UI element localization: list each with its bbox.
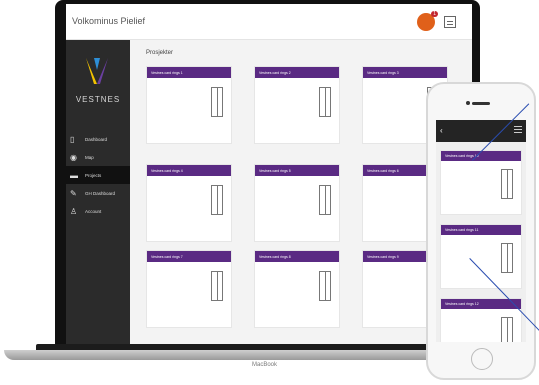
page-title: Prosjekter <box>146 50 174 56</box>
floor-plan-icon <box>501 317 513 342</box>
project-card[interactable]: Vestnes card rings 5 <box>254 164 340 242</box>
profile-menu-icon[interactable] <box>444 16 456 28</box>
sidebar-item-label: Projects <box>85 172 102 178</box>
project-card[interactable]: Vestnes card rings 2 <box>254 66 340 144</box>
laptop-screen: Volkominus Pielief 1 VESTNES ▯ Dashboard… <box>66 4 472 344</box>
wrench-icon: ✎ <box>70 188 77 198</box>
sidebar-item-label: Account <box>85 208 102 214</box>
hamburger-menu-icon[interactable] <box>514 126 522 133</box>
floor-plan-icon <box>501 169 513 199</box>
main-content: Prosjekter Vestnes card rings 1 Vestnes … <box>130 40 472 344</box>
sidebar-item-label: GH Dashboard <box>85 190 116 196</box>
sidebar: VESTNES ▯ Dashboard ◉ Map ▬ Projects ✎ G… <box>66 40 130 344</box>
floor-plan-icon <box>319 271 331 301</box>
back-arrow-icon[interactable]: ‹ <box>440 126 443 135</box>
card-title: Vestnes card rings 5 <box>255 165 339 176</box>
sidebar-item-account[interactable]: ♙ Account <box>66 202 130 220</box>
sidebar-nav: ▯ Dashboard ◉ Map ▬ Projects ✎ GH Dashbo… <box>66 130 130 220</box>
project-card[interactable]: Vestnes card rings 10 <box>440 150 522 215</box>
logo-icon <box>86 58 108 84</box>
floor-plan-icon <box>319 185 331 215</box>
app-title: Volkominus Pielief <box>72 16 146 26</box>
card-title: Vestnes card rings 4 <box>147 165 231 176</box>
card-title: Vestnes card rings 7 <box>147 251 231 262</box>
brand-name: VESTNES <box>75 95 121 104</box>
card-title: Vestnes card rings 2 <box>255 67 339 78</box>
card-title: Vestnes card rings 8 <box>255 251 339 262</box>
phone-frame: ‹ Vestnes card rings 10 Vestnes card rin… <box>426 82 536 380</box>
card-title: Vestnes card rings 10 <box>441 151 521 161</box>
floor-plan-icon <box>211 185 223 215</box>
floor-plan-icon <box>501 243 513 273</box>
home-button[interactable] <box>471 348 493 370</box>
project-card[interactable]: Vestnes card rings 11 <box>440 224 522 289</box>
notification-count-badge: 1 <box>431 11 438 17</box>
sidebar-item-label: Dashboard <box>85 136 108 142</box>
top-bar: Volkominus Pielief 1 <box>66 4 472 40</box>
phone-camera <box>466 101 470 105</box>
laptop-brand-label: MacBook <box>252 362 278 368</box>
project-card[interactable]: Vestnes card rings 12 <box>440 298 522 342</box>
sidebar-item-projects[interactable]: ▬ Projects <box>66 166 130 184</box>
sidebar-item-map[interactable]: ◉ Map <box>66 148 130 166</box>
user-icon: ♙ <box>70 206 78 216</box>
sidebar-item-label: Map <box>85 154 94 160</box>
card-title: Vestnes card rings 1 <box>147 67 231 78</box>
notification-bell-icon[interactable]: 1 <box>417 11 438 31</box>
floor-plan-icon <box>211 87 223 117</box>
sidebar-item-dashboard[interactable]: ▯ Dashboard <box>66 130 130 148</box>
document-icon: ▯ <box>70 134 75 144</box>
phone-screen: ‹ Vestnes card rings 10 Vestnes card rin… <box>436 120 526 342</box>
phone-speaker <box>472 102 490 105</box>
sidebar-item-gh-dashboard[interactable]: ✎ GH Dashboard <box>66 184 130 202</box>
project-card[interactable]: Vestnes card rings 1 <box>146 66 232 144</box>
card-title: Vestnes card rings 3 <box>363 67 447 78</box>
map-pin-icon: ◉ <box>70 152 77 162</box>
project-card[interactable]: Vestnes card rings 8 <box>254 250 340 328</box>
floor-plan-icon <box>319 87 331 117</box>
phone-header-bar: ‹ <box>436 120 526 142</box>
card-title: Vestnes card rings 11 <box>441 225 521 235</box>
project-card[interactable]: Vestnes card rings 4 <box>146 164 232 242</box>
floor-plan-icon <box>211 271 223 301</box>
project-card[interactable]: Vestnes card rings 7 <box>146 250 232 328</box>
folder-icon: ▬ <box>70 170 78 180</box>
